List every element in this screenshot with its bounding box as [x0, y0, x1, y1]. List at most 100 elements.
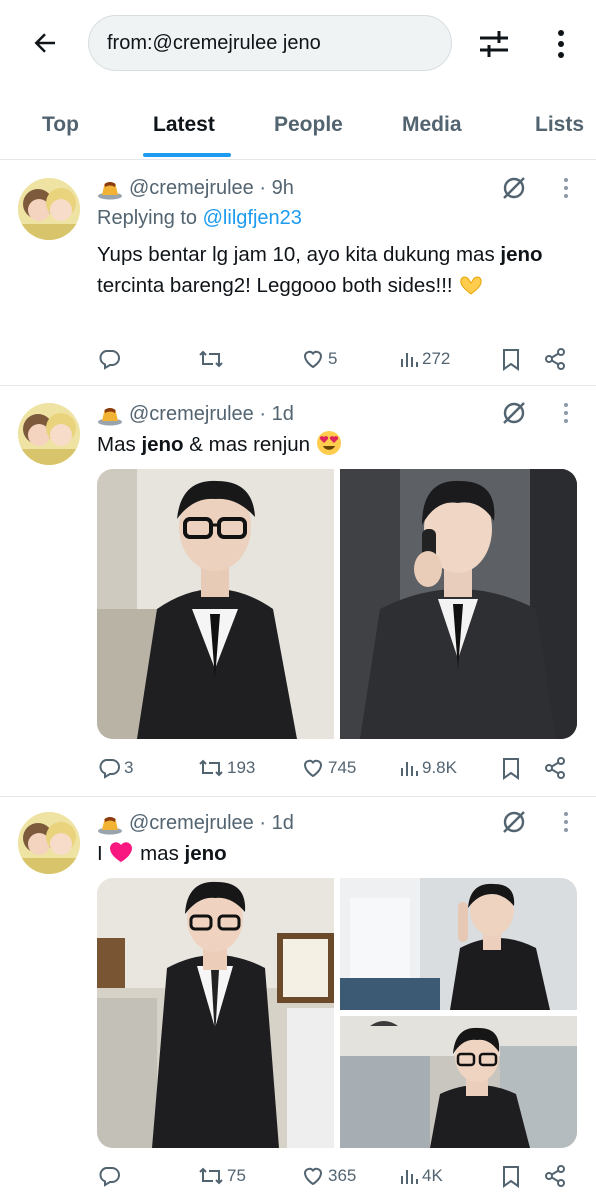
- share-button[interactable]: [543, 753, 567, 783]
- flan-emoji-icon: [98, 182, 122, 200]
- views-button[interactable]: 9.8K: [399, 753, 457, 783]
- reply-button[interactable]: [97, 1161, 124, 1191]
- tweet[interactable]: @cremejrulee · 1d Mas jeno & mas renjun: [0, 387, 596, 797]
- tweet-text: Mas jeno & mas renjun: [97, 429, 573, 460]
- replying-to-mention[interactable]: @lilgfjen23: [203, 207, 302, 229]
- tweet-text-segment: tercinta bareng2! Leggooo both sides!!!: [97, 274, 459, 297]
- tweet-time[interactable]: 1d: [272, 403, 294, 426]
- bar-chart-icon: [401, 353, 418, 367]
- heart-eyes-emoji: [316, 431, 341, 455]
- tweet-text-segment: & mas renjun: [183, 433, 316, 456]
- tab-media[interactable]: Media: [402, 92, 462, 158]
- tab-lists[interactable]: Lists: [535, 92, 584, 158]
- tweet-more-button[interactable]: [556, 174, 576, 202]
- avatar[interactable]: [18, 403, 80, 465]
- replying-to-label: Replying to: [97, 207, 198, 229]
- like-button[interactable]: 365: [301, 1161, 356, 1191]
- tweet-text-keyword: jeno: [141, 433, 184, 456]
- retweet-icon: [199, 350, 223, 368]
- grok-button[interactable]: [500, 174, 528, 202]
- avatar[interactable]: [18, 178, 80, 240]
- grok-icon: [503, 177, 525, 199]
- vertical-dots-icon: [558, 30, 564, 58]
- view-count: 9.8K: [422, 758, 457, 777]
- views-button[interactable]: 272: [399, 344, 450, 374]
- reply-button[interactable]: [97, 344, 124, 374]
- tweet-actions: 5 272: [0, 344, 596, 374]
- search-input[interactable]: [89, 16, 451, 70]
- avatar[interactable]: [18, 812, 80, 874]
- reply-count: 3: [124, 758, 134, 777]
- reply-icon: [99, 350, 120, 370]
- bookmark-icon: [503, 1166, 519, 1188]
- grok-icon: [503, 402, 525, 424]
- search-field[interactable]: [88, 15, 452, 71]
- heart-icon: [303, 350, 323, 369]
- tweet-header: @cremejrulee · 1d: [97, 808, 294, 838]
- bookmark-button[interactable]: [500, 753, 522, 783]
- tweet-time[interactable]: 1d: [272, 812, 294, 835]
- back-button[interactable]: [28, 26, 62, 60]
- media-photo[interactable]: [340, 878, 577, 1010]
- bar-chart-icon: [401, 1170, 418, 1184]
- like-count: 365: [328, 1166, 357, 1185]
- tweet[interactable]: @cremejrulee · 9h Replying to @lilgfjen2…: [0, 160, 596, 386]
- retweet-button[interactable]: 193: [198, 753, 255, 783]
- vertical-dots-icon: [564, 178, 568, 198]
- tweet-text: Yups bentar lg jam 10, ayo kita dukung m…: [97, 239, 573, 301]
- share-button[interactable]: [543, 1161, 567, 1191]
- like-button[interactable]: 745: [301, 753, 356, 783]
- retweet-button[interactable]: [198, 344, 227, 374]
- tweet-time[interactable]: 9h: [272, 177, 294, 200]
- media-photo[interactable]: [97, 878, 334, 1148]
- bookmark-icon: [503, 758, 519, 780]
- bookmark-icon: [503, 349, 519, 371]
- tweet-more-button[interactable]: [556, 399, 576, 427]
- flan-emoji-icon: [98, 408, 122, 426]
- grok-button[interactable]: [500, 399, 528, 427]
- tweet-handle[interactable]: @cremejrulee: [129, 812, 254, 835]
- search-filter-button[interactable]: [474, 24, 514, 64]
- tweet[interactable]: @cremejrulee · 1d I mas jeno 75 365 4K: [0, 798, 596, 1200]
- grok-button[interactable]: [500, 808, 528, 836]
- separator-dot: ·: [253, 402, 272, 425]
- bookmark-button[interactable]: [500, 344, 522, 374]
- overflow-menu-button[interactable]: [546, 24, 576, 64]
- media-grid: [97, 878, 577, 1148]
- tweet-text-segment: Yups bentar lg jam 10, ayo kita dukung m…: [97, 243, 501, 266]
- heart-icon: [303, 1167, 323, 1186]
- tweet-text: I mas jeno: [97, 838, 573, 869]
- tweet-text-segment: mas: [134, 842, 185, 865]
- bookmark-button[interactable]: [500, 1161, 522, 1191]
- like-button[interactable]: 5: [301, 344, 337, 374]
- replying-to-line: Replying to @lilgfjen23: [97, 207, 302, 230]
- search-header: [0, 0, 596, 90]
- heart-icon: [303, 759, 323, 778]
- tab-people[interactable]: People: [274, 92, 343, 158]
- share-button[interactable]: [543, 344, 567, 374]
- media-photo[interactable]: [340, 1016, 577, 1148]
- share-icon: [545, 757, 565, 779]
- tweet-text-keyword: jeno: [184, 842, 227, 865]
- tweet-handle[interactable]: @cremejrulee: [129, 403, 254, 426]
- media-photo[interactable]: [340, 469, 577, 739]
- views-button[interactable]: 4K: [399, 1161, 443, 1191]
- tweet-more-button[interactable]: [556, 808, 576, 836]
- tab-top[interactable]: Top: [42, 92, 79, 158]
- tweet-header: @cremejrulee · 9h: [97, 173, 294, 203]
- vertical-dots-icon: [564, 812, 568, 832]
- reply-icon: [99, 1167, 120, 1187]
- tab-latest[interactable]: Latest: [153, 92, 215, 158]
- share-icon: [545, 348, 565, 370]
- sliders-icon: [480, 31, 508, 57]
- reply-button[interactable]: 3: [97, 753, 133, 783]
- tweet-header: @cremejrulee · 1d: [97, 399, 294, 429]
- tweet-text-keyword: jeno: [500, 243, 543, 266]
- flan-emoji-icon: [98, 817, 122, 835]
- retweet-count: 193: [227, 758, 256, 777]
- tweet-handle[interactable]: @cremejrulee: [129, 177, 254, 200]
- heart-hands-emoji: [460, 276, 482, 295]
- vertical-dots-icon: [564, 403, 568, 423]
- media-photo[interactable]: [97, 469, 334, 739]
- retweet-button[interactable]: 75: [198, 1161, 246, 1191]
